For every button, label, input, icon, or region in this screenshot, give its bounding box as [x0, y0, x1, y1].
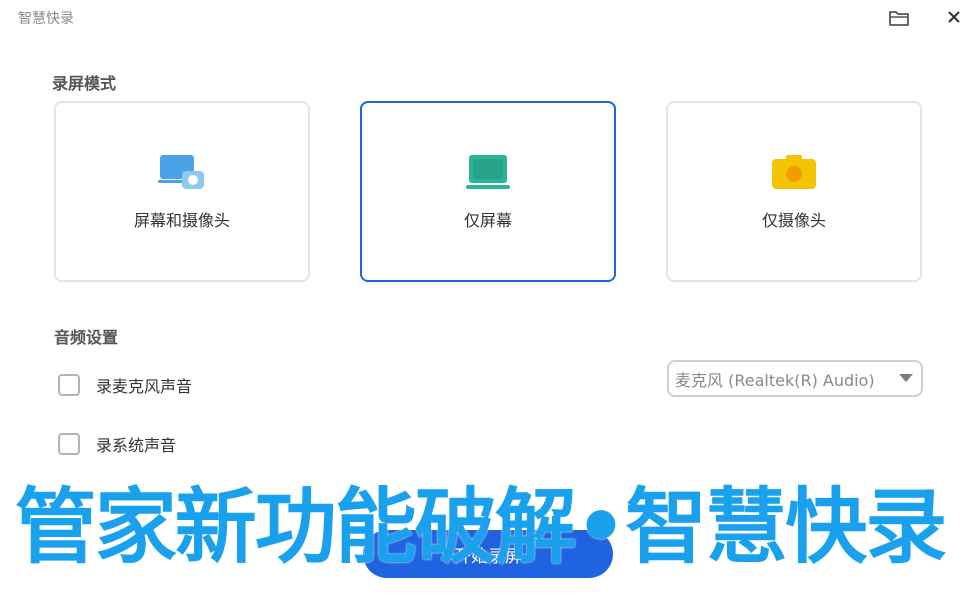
- microphone-select-value: 麦克风 (Realtek(R) Audio): [675, 370, 875, 390]
- mode-label-screen-camera: 屏幕和摄像头: [133, 211, 230, 230]
- close-icon[interactable]: [946, 6, 960, 28]
- record-system-checkbox[interactable]: [58, 433, 80, 455]
- mode-label-camera-only: 仅摄像头: [761, 211, 826, 230]
- audio-settings-title: 音频设置: [54, 328, 119, 347]
- camera-icon: [772, 155, 816, 189]
- mode-card-screen-camera[interactable]: 屏幕和摄像头: [54, 101, 310, 282]
- folder-icon[interactable]: [888, 8, 910, 28]
- caret-down-icon: [899, 374, 913, 382]
- mode-label-screen-only: 仅屏幕: [463, 211, 512, 230]
- microphone-select[interactable]: 麦克风 (Realtek(R) Audio): [667, 360, 923, 397]
- record-system-option[interactable]: 录系统声音: [58, 432, 176, 456]
- record-mic-checkbox[interactable]: [58, 374, 80, 396]
- app-title: 智慧快录: [18, 11, 74, 27]
- record-mode-title: 录屏模式: [52, 74, 117, 93]
- record-system-label: 录系统声音: [96, 436, 177, 455]
- mode-card-screen-only[interactable]: 仅屏幕: [360, 101, 616, 282]
- record-mic-label: 录麦克风声音: [96, 377, 193, 396]
- laptop-screen-icon: [466, 155, 510, 189]
- record-mic-option[interactable]: 录麦克风声音: [58, 373, 192, 397]
- mode-card-camera-only[interactable]: 仅摄像头: [666, 101, 922, 282]
- screen-camera-icon: [158, 155, 204, 189]
- overlay-banner-text: 管家新功能破解•智慧快录: [14, 480, 947, 575]
